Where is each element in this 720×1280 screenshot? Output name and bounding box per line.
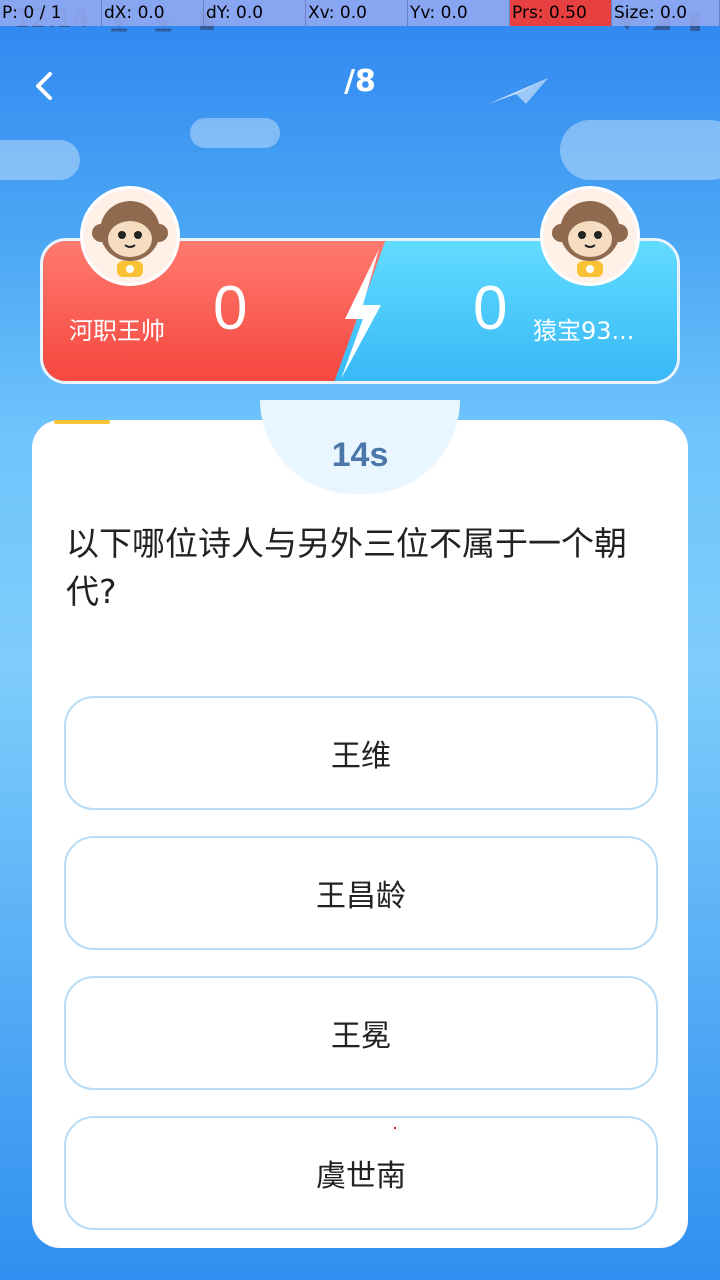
question-card: 14s 以下哪位诗人与另外三位不属于一个朝代? 王维 王昌龄 王冕 虞世南 xyxy=(32,400,688,1248)
question-progress: /8 xyxy=(344,64,376,99)
answer-option-b[interactable]: 王昌龄 xyxy=(64,836,658,950)
answer-option-d[interactable]: 虞世南 xyxy=(64,1116,658,1230)
monkey-avatar-icon xyxy=(552,201,628,277)
debug-pressure: Prs: 0.50 xyxy=(510,0,612,26)
header: /8 xyxy=(0,56,720,116)
touch-point-marker xyxy=(394,1127,396,1129)
answer-option-label: 虞世南 xyxy=(316,1159,406,1194)
timer-progress-bar xyxy=(54,420,110,424)
answer-option-label: 王昌龄 xyxy=(316,879,406,914)
debug-yv: Yv: 0.0 xyxy=(408,0,510,26)
debug-dy: dY: 0.0 xyxy=(204,0,306,26)
countdown-timer: 14s xyxy=(331,436,389,474)
monkey-avatar-icon xyxy=(92,201,168,277)
lightning-bolt-icon xyxy=(341,249,381,379)
pointer-debug-overlay: P: 0 / 1 dX: 0.0 dY: 0.0 Xv: 0.0 Yv: 0.0… xyxy=(0,0,720,26)
player-left-name: 河职王帅 xyxy=(69,317,165,345)
debug-pointer-count: P: 0 / 1 xyxy=(0,0,102,26)
player-left-score: 0 xyxy=(213,274,248,343)
player-right-avatar xyxy=(540,186,640,286)
paper-plane-icon xyxy=(488,78,548,104)
debug-size: Size: 0.0 xyxy=(612,0,720,26)
debug-dx: dX: 0.0 xyxy=(102,0,204,26)
answer-option-label: 王冕 xyxy=(331,1019,391,1054)
cloud-decoration xyxy=(0,140,80,180)
debug-xv: Xv: 0.0 xyxy=(306,0,408,26)
question-text: 以下哪位诗人与另外三位不属于一个朝代? xyxy=(66,524,627,611)
answer-option-c[interactable]: 王冕 xyxy=(64,976,658,1090)
cloud-decoration xyxy=(190,118,280,148)
answer-option-label: 王维 xyxy=(331,739,391,774)
cloud-decoration xyxy=(560,120,720,180)
player-left-avatar xyxy=(80,186,180,286)
player-right-name: 猿宝93... xyxy=(533,317,635,345)
player-right-score: 0 xyxy=(473,274,508,343)
answer-option-a[interactable]: 王维 xyxy=(64,696,658,810)
